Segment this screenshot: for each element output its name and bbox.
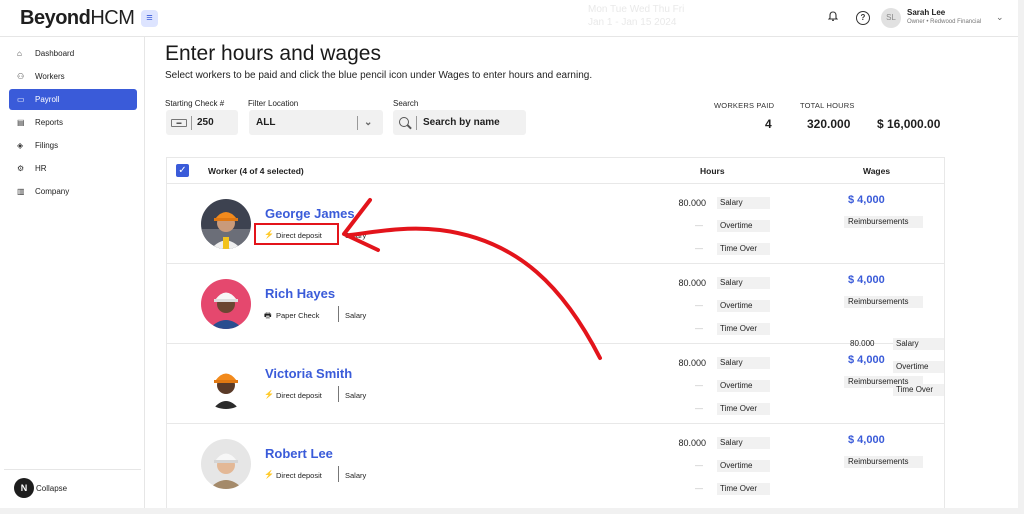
app-window: BeyondHCM ≡ Mon Tue Wed Thu Fri Jan 1 - … (0, 0, 1018, 508)
annotation-arrow (342, 198, 602, 360)
